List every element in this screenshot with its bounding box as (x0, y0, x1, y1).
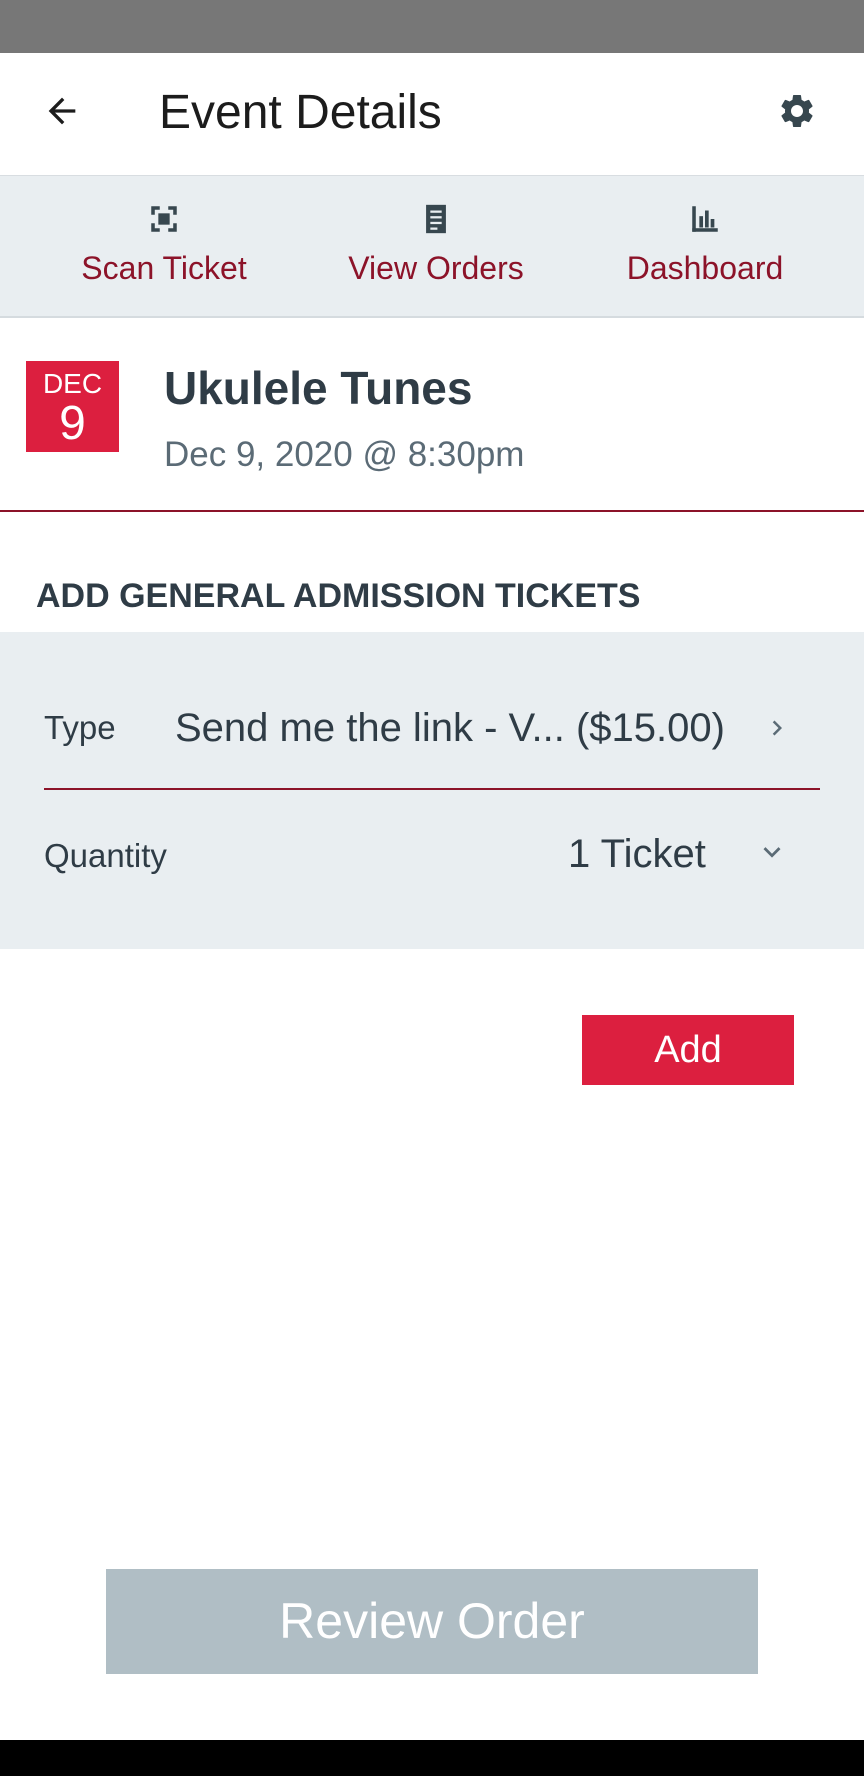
chevron-right-icon (762, 710, 792, 746)
review-order-button[interactable]: Review Order (106, 1569, 758, 1674)
arrow-left-icon (42, 91, 82, 136)
quantity-dropdown[interactable]: Quantity 1 Ticket (44, 790, 820, 914)
gear-icon (777, 91, 817, 136)
tab-view-orders-label: View Orders (348, 250, 524, 286)
page-title: Event Details (159, 86, 442, 139)
tab-dashboard-label: Dashboard (626, 250, 784, 286)
date-month: DEC (42, 368, 103, 399)
system-nav-bar (0, 1740, 864, 1776)
tab-view-orders[interactable]: View Orders (316, 176, 556, 316)
type-value: Send me the link - V... ($15.00) (175, 706, 725, 750)
bar-chart-icon (688, 202, 722, 236)
date-badge: DEC 9 (26, 361, 119, 452)
event-header: DEC 9 Ukulele Tunes Dec 9, 2020 @ 8:30pm (0, 318, 864, 512)
scan-icon (147, 202, 181, 236)
document-icon (419, 202, 453, 236)
app-bar: Event Details (0, 53, 864, 176)
back-button[interactable] (22, 81, 102, 145)
screen: Event Details Scan Ticket View Orders Da… (0, 0, 864, 1776)
tab-scan-ticket[interactable]: Scan Ticket (44, 176, 284, 316)
quantity-value: 1 Ticket (568, 832, 706, 876)
type-label: Type (44, 709, 116, 746)
tab-dashboard[interactable]: Dashboard (585, 176, 825, 316)
add-button[interactable]: Add (582, 1015, 794, 1085)
tab-scan-ticket-label: Scan Ticket (81, 250, 247, 286)
tab-bar: Scan Ticket View Orders Dashboard (0, 176, 864, 318)
date-day: 9 (59, 397, 86, 450)
chevron-down-icon (754, 834, 790, 870)
ticket-type-selector[interactable]: Type Send me the link - V... ($15.00) (44, 672, 820, 790)
event-title: Ukulele Tunes (164, 362, 473, 414)
status-bar (0, 0, 864, 53)
event-date: Dec 9, 2020 @ 8:30pm (164, 435, 525, 474)
quantity-label: Quantity (44, 837, 167, 874)
settings-button[interactable] (760, 81, 834, 145)
section-heading: ADD GENERAL ADMISSION TICKETS (36, 577, 641, 615)
ticket-form-panel: Type Send me the link - V... ($15.00) Qu… (0, 632, 864, 949)
